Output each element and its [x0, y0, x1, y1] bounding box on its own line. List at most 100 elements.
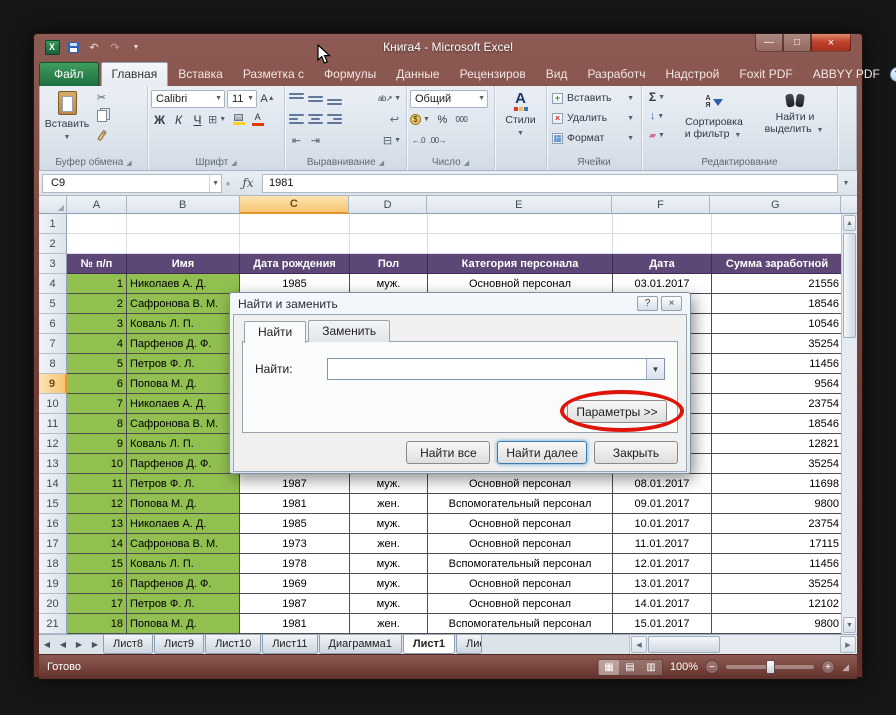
- merge-center-button[interactable]: ⊟▼: [383, 132, 403, 150]
- orientation-button[interactable]: ab↗▼: [378, 90, 403, 108]
- sheet-tab-Лист10[interactable]: Лист10: [205, 635, 261, 654]
- sort-filter-button[interactable]: АЯ Сортировкаи фильтр ▼: [674, 88, 754, 155]
- cell-G3[interactable]: Сумма заработной: [712, 254, 843, 274]
- row-header-9[interactable]: 9: [39, 374, 67, 394]
- cell-A10[interactable]: 7: [67, 394, 127, 414]
- cell-B19[interactable]: Парфенов Д. Ф.: [127, 574, 240, 594]
- row-header-5[interactable]: 5: [39, 294, 67, 314]
- cell-G15[interactable]: 9800: [712, 494, 843, 514]
- font-name-select[interactable]: Calibri▼: [151, 90, 225, 108]
- wrap-text-button[interactable]: ↩: [386, 111, 403, 129]
- decrease-indent-button[interactable]: ⇤: [288, 132, 305, 150]
- zoom-in-button[interactable]: +: [821, 660, 835, 674]
- minimize-button[interactable]: —: [755, 34, 783, 52]
- cell-G9[interactable]: 9564: [712, 374, 843, 394]
- cell-C14[interactable]: 1987: [240, 474, 350, 494]
- format-painter-button[interactable]: [93, 126, 110, 144]
- cell-E14[interactable]: Основной персонал: [428, 474, 613, 494]
- cell-E16[interactable]: Основной персонал: [428, 514, 613, 534]
- cell-B4[interactable]: Николаев А. Д.: [127, 274, 240, 294]
- horizontal-scroll-thumb[interactable]: [648, 636, 720, 653]
- tab-replace[interactable]: Заменить: [308, 320, 390, 342]
- italic-button[interactable]: К: [170, 111, 187, 129]
- cell-A13[interactable]: 10: [67, 454, 127, 474]
- restore-button[interactable]: □: [783, 34, 811, 52]
- delete-cells-button[interactable]: × Удалить▼: [550, 108, 638, 128]
- cell-A14[interactable]: 11: [67, 474, 127, 494]
- ribbon-tab-Рецензиров[interactable]: Рецензиров: [450, 63, 536, 86]
- number-format-select[interactable]: Общий▼: [410, 90, 488, 108]
- ribbon-tab-Данные[interactable]: Данные: [386, 63, 449, 86]
- cell-A9[interactable]: 6: [67, 374, 127, 394]
- ribbon-tab-Файл[interactable]: Файл: [39, 62, 99, 86]
- cell-E1[interactable]: [428, 214, 613, 234]
- save-button[interactable]: [64, 39, 82, 56]
- cell-A16[interactable]: 13: [67, 514, 127, 534]
- cell-B13[interactable]: Парфенов Д. Ф.: [127, 454, 240, 474]
- cell-B9[interactable]: Попова М. Д.: [127, 374, 240, 394]
- find-what-input[interactable]: ▼: [327, 358, 665, 380]
- ribbon-tab-Разработч[interactable]: Разработч: [577, 63, 655, 86]
- align-top-button[interactable]: [288, 90, 305, 108]
- row-header-19[interactable]: 19: [39, 574, 67, 594]
- align-left-button[interactable]: [288, 111, 305, 129]
- cell-F2[interactable]: [613, 234, 712, 254]
- cell-B8[interactable]: Петров Ф. Л.: [127, 354, 240, 374]
- cell-B7[interactable]: Парфенов Д. Ф.: [127, 334, 240, 354]
- qat-customize-button[interactable]: ▼: [127, 39, 145, 56]
- paste-button[interactable]: Вставить▼: [43, 88, 91, 155]
- scroll-up-button[interactable]: ▲: [843, 215, 856, 231]
- resize-grip-icon[interactable]: ◢: [842, 662, 849, 673]
- zoom-slider[interactable]: [726, 665, 814, 669]
- col-header-A[interactable]: A: [67, 196, 127, 214]
- page-layout-view-button[interactable]: ▤: [620, 660, 640, 675]
- cell-D18[interactable]: муж.: [350, 554, 428, 574]
- cell-G2[interactable]: [712, 234, 843, 254]
- cell-A4[interactable]: 1: [67, 274, 127, 294]
- cell-B2[interactable]: [127, 234, 240, 254]
- bold-button[interactable]: Ж: [151, 111, 168, 129]
- row-header-14[interactable]: 14: [39, 474, 67, 494]
- cell-D21[interactable]: жен.: [350, 614, 428, 634]
- horizontal-scrollbar[interactable]: ◀ ▶: [629, 635, 857, 654]
- cell-G12[interactable]: 12821: [712, 434, 843, 454]
- cell-B15[interactable]: Попова М. Д.: [127, 494, 240, 514]
- increase-indent-button[interactable]: ⇥: [307, 132, 324, 150]
- sheet-tab-Лист8[interactable]: Лист8: [103, 635, 153, 654]
- find-all-button[interactable]: Найти все: [406, 441, 490, 464]
- font-size-select[interactable]: 11▼: [227, 90, 257, 108]
- title-bar[interactable]: X ↶ ↷ ▼ Книга4 - Microsoft Excel — □ ×: [39, 34, 857, 60]
- find-dropdown-button[interactable]: ▼: [646, 359, 664, 379]
- cell-E17[interactable]: Основной персонал: [428, 534, 613, 554]
- cell-B21[interactable]: Попова М. Д.: [127, 614, 240, 634]
- row-header-11[interactable]: 11: [39, 414, 67, 434]
- align-middle-button[interactable]: [307, 90, 324, 108]
- cell-D1[interactable]: [350, 214, 428, 234]
- insert-cells-button[interactable]: + Вставить▼: [550, 88, 638, 108]
- cell-G11[interactable]: 18546: [712, 414, 843, 434]
- col-header-D[interactable]: D: [349, 196, 427, 214]
- cell-C1[interactable]: [240, 214, 350, 234]
- options-button[interactable]: Параметры >>: [567, 400, 667, 423]
- cell-F3[interactable]: Дата: [613, 254, 712, 274]
- cell-A8[interactable]: 5: [67, 354, 127, 374]
- font-color-button[interactable]: А: [249, 111, 266, 129]
- sheet-tab-Лист1[interactable]: Лист1: [403, 635, 455, 654]
- align-center-button[interactable]: [307, 111, 324, 129]
- cell-E2[interactable]: [428, 234, 613, 254]
- cell-D17[interactable]: жен.: [350, 534, 428, 554]
- cell-C16[interactable]: 1985: [240, 514, 350, 534]
- cell-G20[interactable]: 12102: [712, 594, 843, 614]
- cell-C20[interactable]: 1987: [240, 594, 350, 614]
- cell-G17[interactable]: 17115: [712, 534, 843, 554]
- ribbon-tab-Вид[interactable]: Вид: [536, 63, 578, 86]
- cell-B18[interactable]: Коваль Л. П.: [127, 554, 240, 574]
- row-header-1[interactable]: 1: [39, 214, 67, 234]
- cell-F17[interactable]: 11.01.2017: [613, 534, 712, 554]
- row-header-10[interactable]: 10: [39, 394, 67, 414]
- col-header-G[interactable]: G: [710, 196, 841, 214]
- scroll-left-button[interactable]: ◀: [631, 636, 647, 653]
- ribbon-tab-Вставка[interactable]: Вставка: [168, 63, 233, 86]
- increase-decimal-button[interactable]: ←.0: [410, 132, 427, 150]
- clear-button[interactable]: ▰▼: [645, 126, 671, 144]
